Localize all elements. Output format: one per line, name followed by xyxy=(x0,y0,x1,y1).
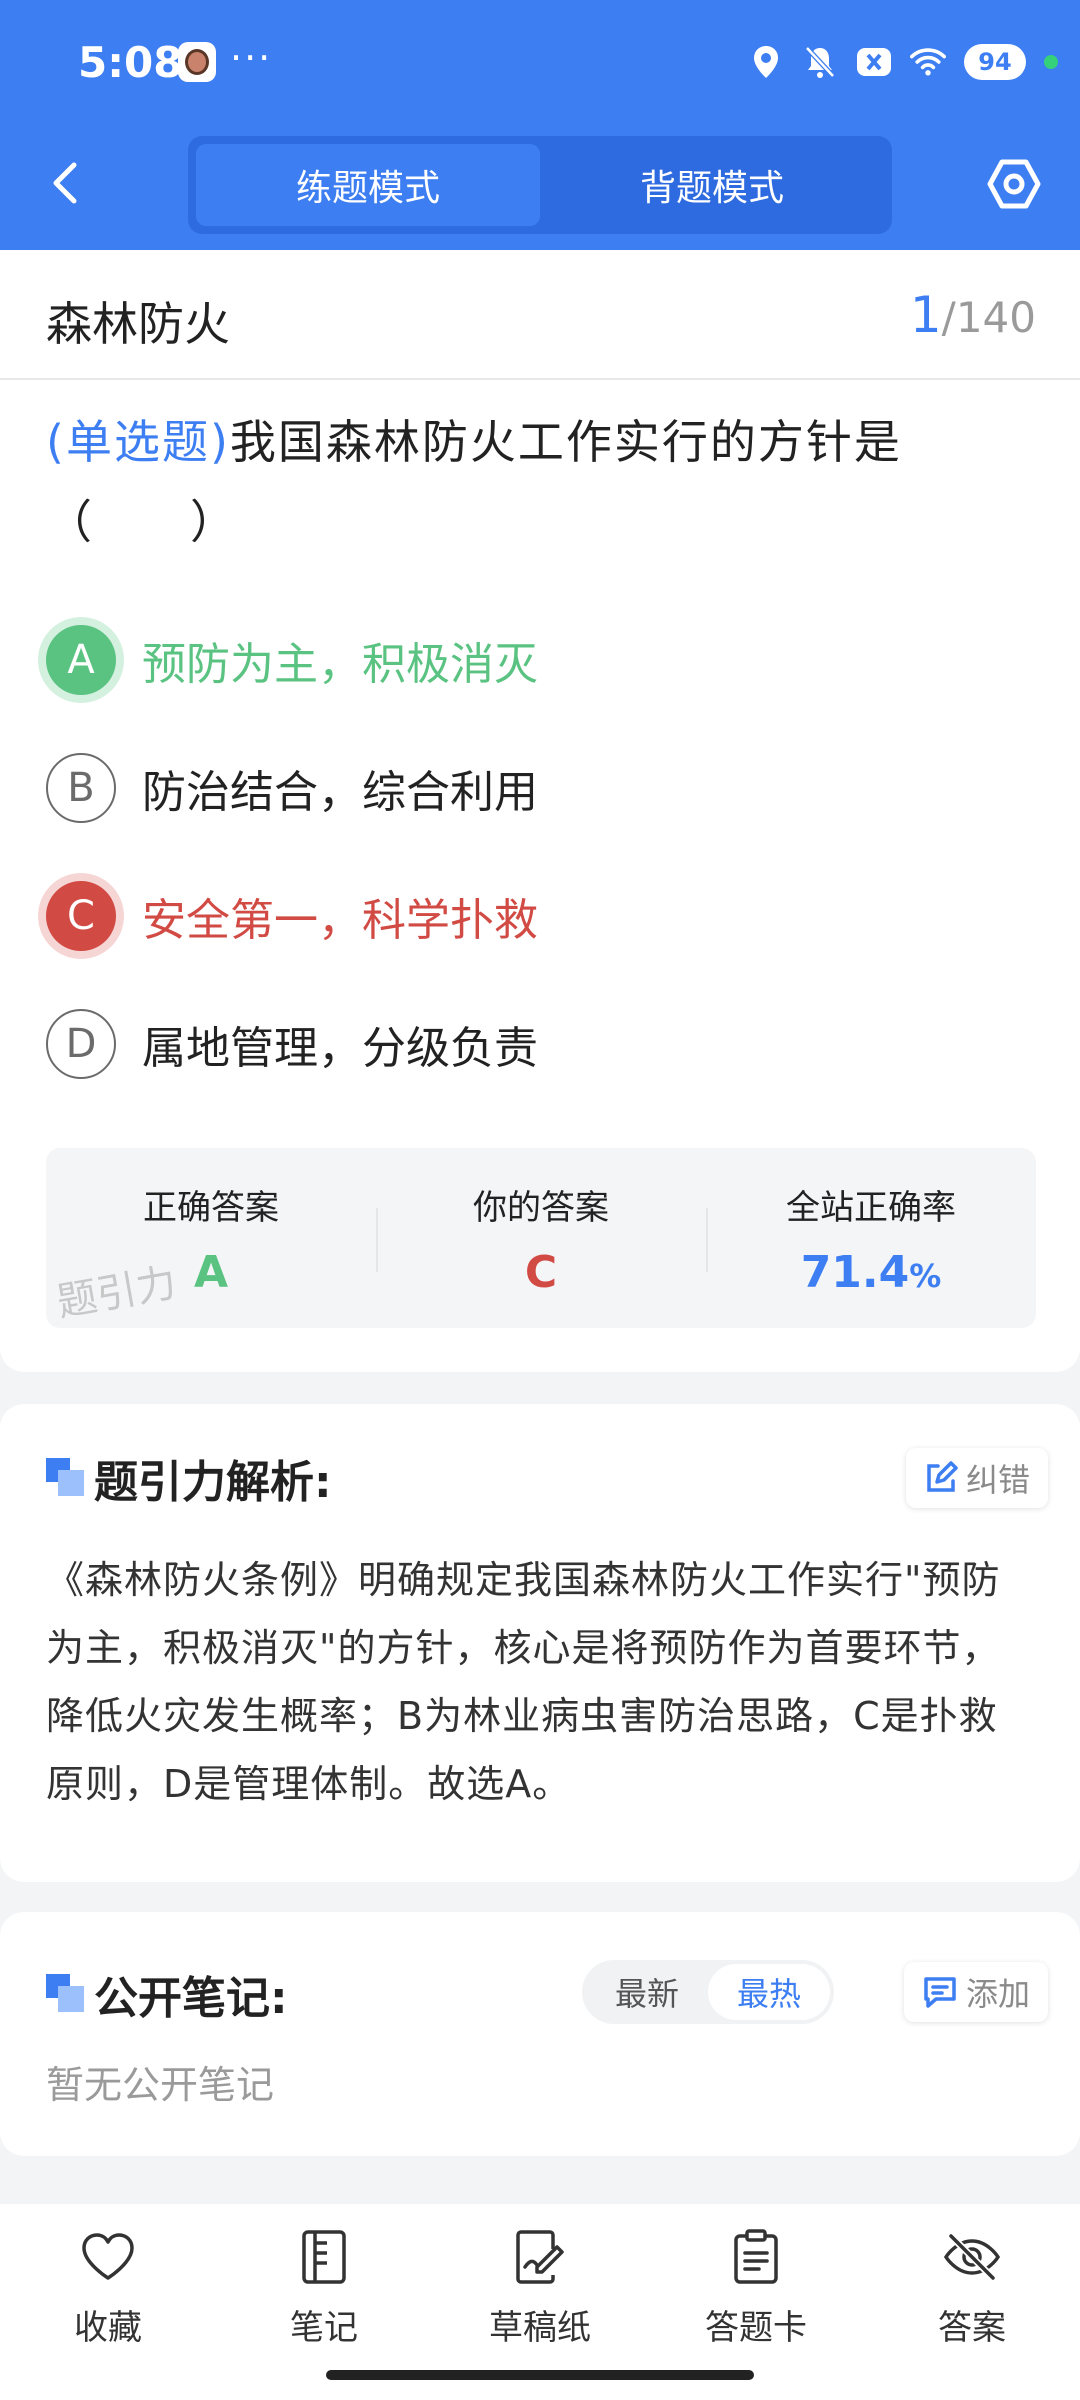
option-c[interactable]: C 安全第一，科学扑救 xyxy=(46,878,1006,954)
option-text: 预防为主，积极消灭 xyxy=(142,639,538,690)
show-answer-label: 答案 xyxy=(938,2308,1006,2348)
option-b[interactable]: B 防治结合，综合利用 xyxy=(46,750,1006,826)
answer-stats: 正确答案 A 题引力 你的答案 C 全站正确率 71.4% xyxy=(46,1148,1036,1328)
analysis-card: 题引力解析: 纠错 《森林防火条例》明确规定我国森林防火工作实行"预防为主，积极… xyxy=(0,1404,1080,1882)
heart-icon xyxy=(79,2228,137,2286)
section-squares-icon xyxy=(46,1974,84,2012)
public-notes-card: 公开笔记: 最新 最热 添加 暂无公开笔记 xyxy=(0,1912,1080,2156)
answer-card-label: 答题卡 xyxy=(705,2308,807,2348)
scratch-paper-label: 草稿纸 xyxy=(489,2308,591,2348)
notes-title: 公开笔记: xyxy=(94,1973,288,2024)
report-error-label: 纠错 xyxy=(965,1461,1030,1499)
analysis-text: 《森林防火条例》明确规定我国森林防火工作实行"预防为主，积极消灭"的方针，核心是… xyxy=(46,1558,1001,1806)
option-letter: B xyxy=(46,753,116,823)
question-category: 森林防火 xyxy=(46,297,230,351)
report-error-button[interactable]: 纠错 xyxy=(905,1448,1048,1508)
section-squares-icon xyxy=(46,1458,84,1496)
scratch-paper-icon xyxy=(511,2228,569,2286)
correct-answer-value: A xyxy=(193,1247,229,1298)
accuracy-rate-number: 71.4 xyxy=(800,1247,910,1298)
current-question-number: 1 xyxy=(909,286,942,344)
notebook-icon xyxy=(295,2228,353,2286)
favorite-label: 收藏 xyxy=(74,2308,142,2348)
settings-hexagon-icon xyxy=(987,159,1041,209)
your-answer-stat: 你的答案 C xyxy=(376,1148,706,1328)
notes-empty-text: 暂无公开笔记 xyxy=(46,2063,275,2107)
location-icon xyxy=(748,44,784,80)
eye-off-icon xyxy=(943,2228,1001,2286)
option-text: 防治结合，综合利用 xyxy=(142,767,538,818)
comment-icon xyxy=(924,1977,956,2008)
accuracy-rate-value: 71.4% xyxy=(801,1247,942,1298)
sort-latest[interactable]: 最新 xyxy=(586,1964,708,2020)
option-letter: D xyxy=(46,1009,116,1079)
battery-icon: 94 xyxy=(964,44,1026,80)
close-box-icon xyxy=(856,44,892,80)
mute-bell-icon xyxy=(802,44,838,80)
total-questions: /140 xyxy=(941,293,1036,342)
accuracy-rate-stat: 全站正确率 71.4% xyxy=(706,1148,1036,1328)
question-counter: 1/140 xyxy=(910,286,1036,344)
notes-sort-toggle: 最新 最热 xyxy=(582,1960,834,2024)
correct-answer-label: 正确答案 xyxy=(143,1188,279,1228)
add-note-label: 添加 xyxy=(965,1975,1030,2013)
question-card: 森林防火 1/140 (单选题)我国森林防火工作实行的方针是（ ） A 预防为主… xyxy=(0,250,1080,1372)
edit-icon xyxy=(927,1461,958,1492)
analysis-title: 题引力解析: xyxy=(94,1457,332,1508)
your-answer-label: 你的答案 xyxy=(473,1188,609,1228)
your-answer-value: C xyxy=(524,1247,558,1298)
question-text: (单选题)我国森林防火工作实行的方针是（ ） xyxy=(46,402,1036,562)
show-answer-button[interactable]: 答案 xyxy=(864,2204,1080,2400)
option-a[interactable]: A 预防为主，积极消灭 xyxy=(46,622,1006,698)
clipboard-icon xyxy=(727,2228,785,2286)
wifi-icon xyxy=(910,44,946,80)
tab-practice-mode[interactable]: 练题模式 xyxy=(196,144,540,226)
tab-memorize-mode[interactable]: 背题模式 xyxy=(540,144,884,226)
back-button[interactable] xyxy=(40,158,90,208)
accuracy-rate-unit: % xyxy=(909,1257,942,1295)
accuracy-rate-label: 全站正确率 xyxy=(786,1188,956,1228)
option-d[interactable]: D 属地管理，分级负责 xyxy=(46,1006,1006,1082)
option-letter: A xyxy=(46,625,116,695)
question-header: 森林防火 1/140 xyxy=(0,250,1080,380)
privacy-indicator-dot xyxy=(1044,55,1058,69)
settings-button[interactable] xyxy=(984,154,1044,214)
notification-avatar-icon xyxy=(178,42,216,82)
option-letter: C xyxy=(46,881,116,951)
more-notifications-icon: ··· xyxy=(230,36,273,80)
top-app-bar: 5:08 ··· 94 练题模式 背题模式 xyxy=(0,0,1080,250)
status-icons: 94 xyxy=(748,38,1058,86)
option-text: 属地管理，分级负责 xyxy=(142,1023,538,1074)
question-type: (单选题) xyxy=(46,415,230,469)
home-indicator[interactable] xyxy=(326,2370,754,2380)
favorite-button[interactable]: 收藏 xyxy=(0,2204,216,2400)
correct-answer-stat: 正确答案 A 题引力 xyxy=(46,1148,376,1328)
option-text: 安全第一，科学扑救 xyxy=(142,895,538,946)
sort-hot[interactable]: 最热 xyxy=(708,1964,830,2020)
status-time: 5:08 xyxy=(78,38,183,87)
notes-label: 笔记 xyxy=(290,2308,358,2348)
watermark: 题引力 xyxy=(53,1259,180,1327)
mode-switch: 练题模式 背题模式 xyxy=(188,136,892,234)
add-note-button[interactable]: 添加 xyxy=(903,1962,1048,2022)
status-bar: 5:08 ··· 94 xyxy=(0,0,1080,125)
